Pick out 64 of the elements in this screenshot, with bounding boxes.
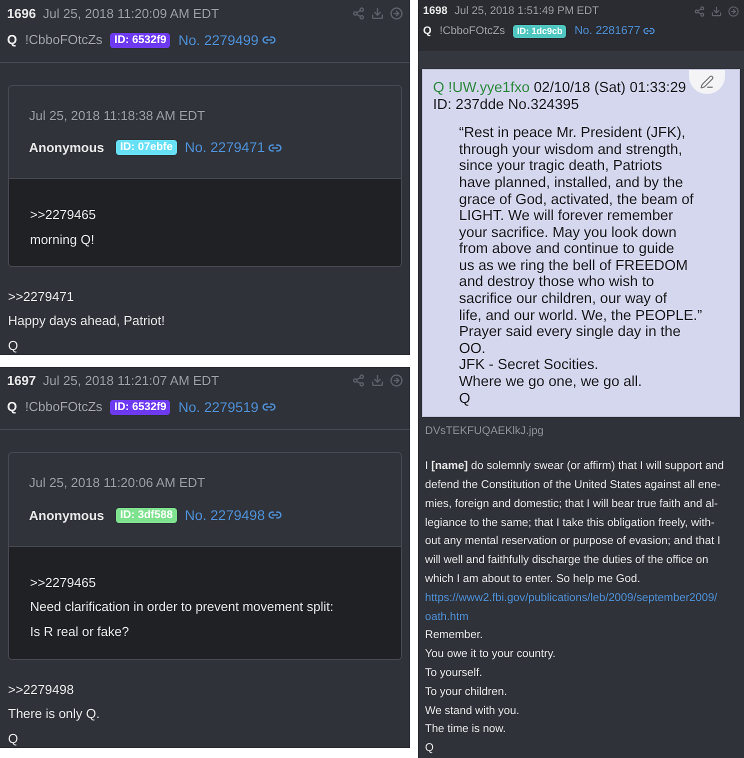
post-text: >>2279498: [8, 680, 75, 698]
post-number-link[interactable]: No. 2279519: [178, 396, 259, 418]
quoted-text: >>2279465: [30, 574, 97, 592]
quoted-text: morning Q!: [30, 230, 96, 249]
id-badge: ID: 07ebfe: [116, 140, 177, 156]
quoted-text: >>2279465: [30, 206, 97, 224]
share-icon[interactable]: [352, 374, 365, 388]
post-image[interactable]: [422, 69, 740, 417]
tripcode: !CbboFOtcZs: [25, 31, 102, 50]
share-icon[interactable]: [352, 7, 365, 20]
arrow-circle-icon[interactable]: [390, 7, 403, 20]
post-text: Remember.: [425, 628, 484, 644]
screenshot-date: 02/10/18 (Sat) 01:33:29: [534, 80, 686, 96]
quoted-text: Need clarification in order to prevent movement split:: [30, 598, 334, 616]
arrow-circle-icon[interactable]: [390, 374, 403, 388]
url-link[interactable]: https://www2.fbi.gov/publications/leb/2009/september2009/ oath.htm: [425, 588, 737, 626]
tripcode: !CbboFOtcZs: [440, 24, 505, 39]
post-text: There is only Q.: [8, 705, 101, 723]
post-text: To your children.: [425, 684, 508, 700]
quoted-date: Jul 25, 2018 11:18:38 AM EDT: [29, 106, 206, 125]
post-text: We stand with you.: [425, 704, 520, 719]
post-text: Q: [8, 730, 20, 748]
author-name: Q: [7, 398, 18, 416]
post-text: >>2279471: [8, 288, 75, 306]
quoted-post-link[interactable]: No. 2279471: [184, 137, 265, 158]
author-name: Q: [7, 31, 18, 50]
id-badge: ID: 6532f9: [110, 400, 170, 414]
image-filename: DVsTEKFUQAEKlkJ.jpg: [424, 424, 545, 439]
quoted-author: Anonymous: [29, 506, 104, 525]
screenshot-text: Prayer said every single day in the OO. JFK - Secret Socities. Where we go one, we go all. Q: [459, 324, 682, 408]
id-badge: ID: 1dc9cb: [512, 24, 566, 38]
post-date: Jul 25, 2018 1:51:49 PM EDT: [454, 4, 599, 19]
download-icon[interactable]: [371, 7, 384, 20]
screenshot-meta: ID: 237dde No.324395: [433, 96, 580, 114]
post-number: 1696: [7, 5, 36, 23]
arrow-circle-icon[interactable]: [728, 6, 739, 17]
quoted-author: Anonymous: [29, 139, 104, 158]
quoted-date: Jul 25, 2018 11:20:06 AM EDT: [29, 474, 206, 492]
screenshot-author: Q !UW.yye1fxo: [433, 80, 530, 96]
post-text: Happy days ahead, Patriot!: [8, 312, 166, 330]
pen-icon: [700, 75, 714, 90]
post-text: Q: [8, 336, 20, 354]
post-number-link[interactable]: No. 2281677: [574, 22, 640, 40]
post-date: Jul 25, 2018 11:21:07 AM EDT: [42, 372, 220, 390]
id-badge: ID: 6532f9: [110, 32, 170, 48]
post-text: The time is now.: [425, 722, 507, 738]
post-text: To yourself.: [425, 666, 484, 682]
edit-button[interactable]: [689, 70, 725, 94]
download-icon[interactable]: [711, 6, 722, 17]
post-text: Q: [425, 741, 435, 756]
post-number-link[interactable]: No. 2279499: [178, 30, 259, 50]
post-date: Jul 25, 2018 11:20:09 AM EDT: [42, 5, 220, 23]
author-name: Q: [423, 24, 432, 39]
post-number: 1698: [423, 4, 448, 19]
screenshot-quote: “Rest in peace Mr. President (JFK), through your wisdom and strength, since your tragic death, Patriots have planned, installed, and by the grace of God, activated, the beam of LIGHT. We will forever remember your sacrifice. May you look down from above and continue to guide us as we ring the bell of FREEDOM and destroy those who wish to sacrifice our children, our way of life, and our world. We, the PEOPLE.”: [459, 125, 704, 324]
post-number: 1697: [7, 372, 36, 390]
post-paragraph: I [name] do solemnly swear (or affirm) that I will support and defend the Constitution of the United States against all ene- mies, foreign and domestic; that I will bear true faith and al- legiance to the same; that I take this obligation freely, with- out any mental reservation or purpose of evasion; and that I will well and faithfully discharge the duties of the office on which I am about to enter. So help me God.: [425, 459, 725, 588]
post-text: You owe it to your country.: [425, 647, 557, 662]
share-icon[interactable]: [694, 6, 705, 17]
download-icon[interactable]: [371, 374, 384, 388]
quoted-post-link[interactable]: No. 2279498: [184, 504, 265, 526]
tripcode: !CbboFOtcZs: [25, 398, 102, 416]
quoted-text: Is R real or fake?: [30, 622, 130, 641]
id-badge: ID: 3df588: [116, 508, 177, 523]
